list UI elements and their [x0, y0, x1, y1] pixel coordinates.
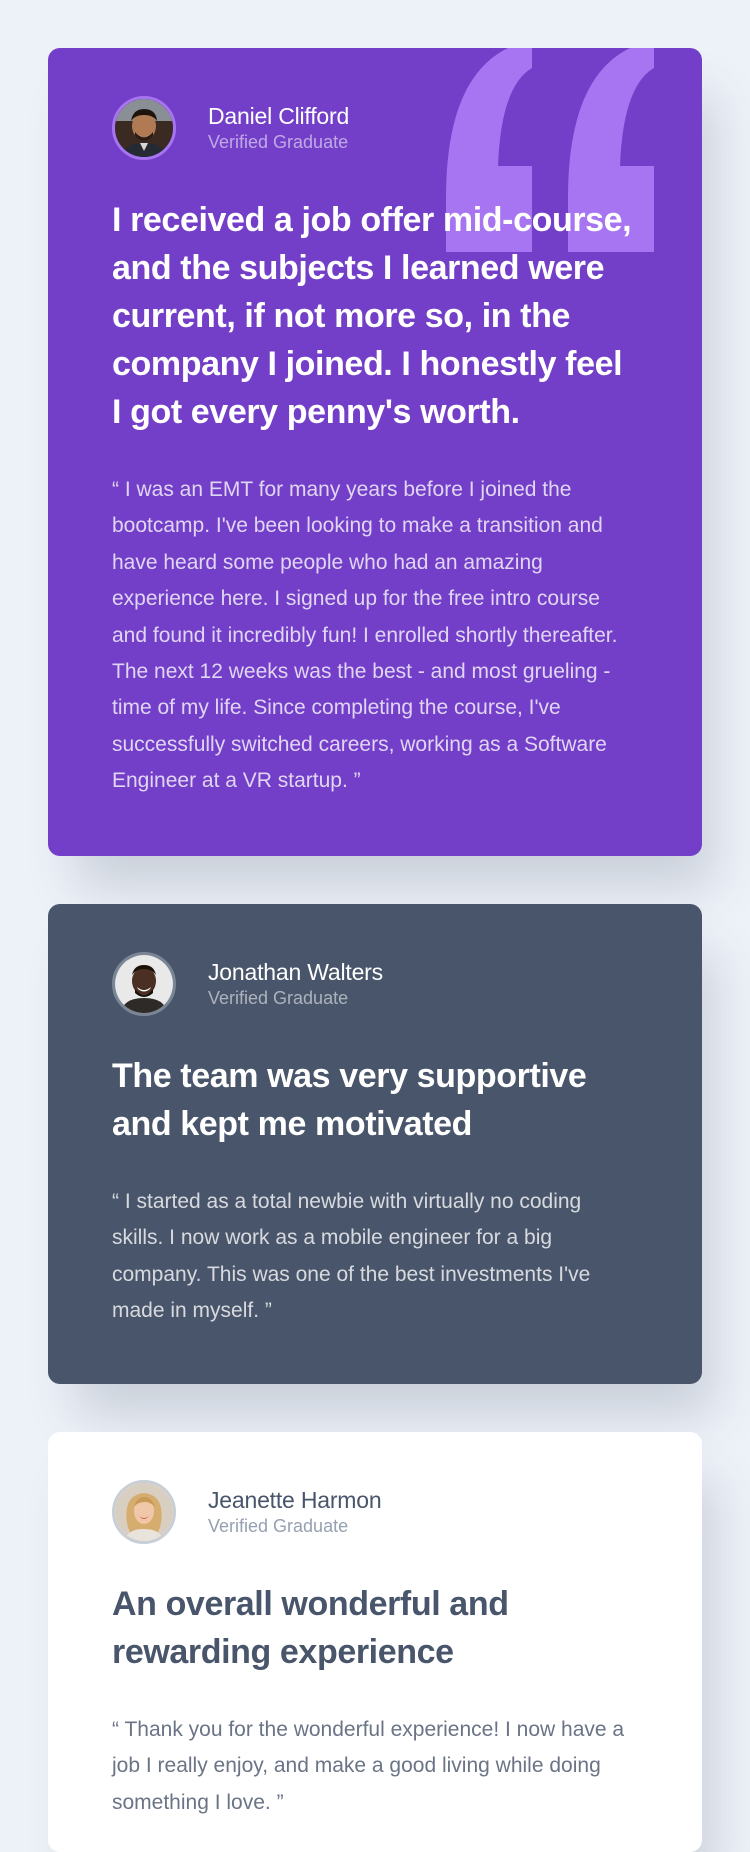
testimonial-body: “ Thank you for the wonderful experience… [112, 1718, 625, 1814]
avatar [112, 96, 176, 160]
avatar-daniel-clifford-icon [115, 99, 173, 157]
author-name: Daniel Clifford [208, 103, 350, 129]
author-role: Verified Graduate [208, 1516, 349, 1536]
testimonial-headline: An overall wonderful and rewarding exper… [112, 1585, 509, 1671]
testimonial-headline: I received a job offer mid-course, and t… [112, 201, 632, 431]
author-name: Jonathan Walters [208, 959, 383, 985]
avatar-jeanette-harmon-icon [115, 1483, 173, 1541]
author-block: Jeanette Harmon Verified Graduate [112, 1480, 638, 1544]
avatar [112, 1480, 176, 1544]
author-block: Daniel Clifford Verified Graduate [112, 96, 638, 160]
testimonial-headline: The team was very supportive and kept me… [112, 1057, 587, 1143]
author-name: Jeanette Harmon [208, 1487, 382, 1513]
author-block: Jonathan Walters Verified Graduate [112, 952, 638, 1016]
testimonial-card-daniel-clifford: Daniel Clifford Verified Graduate I rece… [48, 48, 702, 856]
avatar-jonathan-walters-icon [115, 955, 173, 1013]
testimonial-card-jonathan-walters: Jonathan Walters Verified Graduate The t… [48, 904, 702, 1384]
avatar [112, 952, 176, 1016]
testimonial-body: “ I started as a total newbie with virtu… [112, 1190, 591, 1323]
testimonial-card-jeanette-harmon: Jeanette Harmon Verified Graduate An ove… [48, 1432, 702, 1852]
author-role: Verified Graduate [208, 132, 349, 152]
author-role: Verified Graduate [208, 988, 349, 1008]
testimonial-body: “ I was an EMT for many years before I j… [112, 478, 618, 793]
